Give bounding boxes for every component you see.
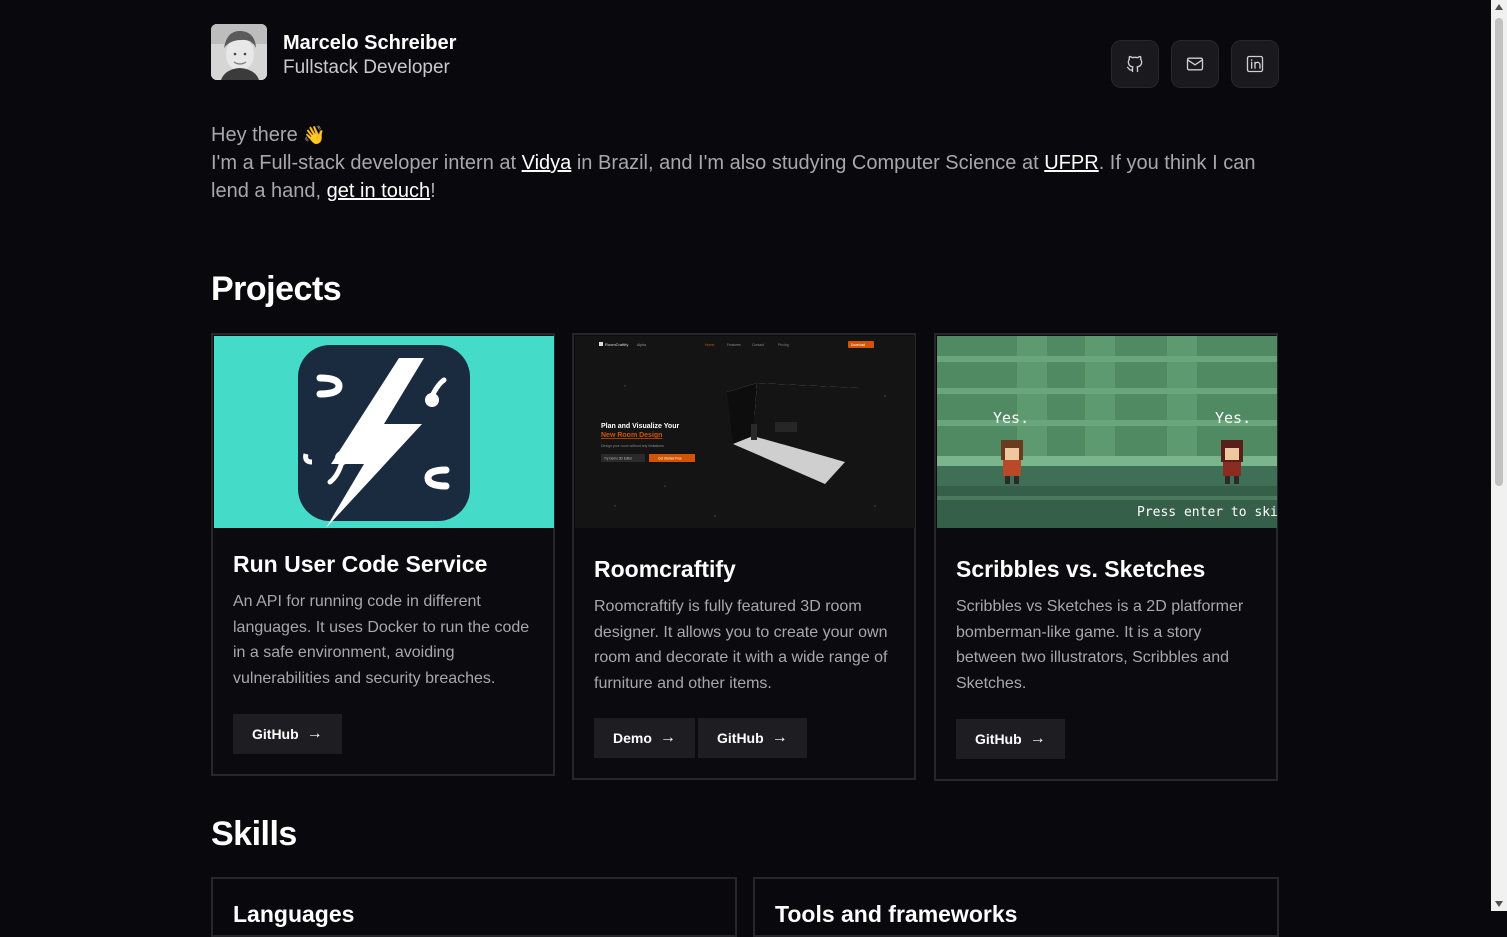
project-description: An API for running code in different lan… (233, 593, 530, 687)
project-title: Scribbles vs. Sketches (956, 556, 1206, 582)
github-icon (1126, 55, 1143, 73)
thumb-btn-a: Try Demo 3D Editor (604, 457, 633, 461)
project-title: Roomcraftify (594, 556, 736, 582)
scroll-up-arrow-icon[interactable] (1495, 4, 1503, 10)
project-thumbnail: RoomCraftify Alpha Home Features Contact… (575, 336, 915, 528)
arrow-right-icon: → (1029, 730, 1046, 747)
skills-card-title: Tools and frameworks (775, 901, 1018, 927)
avatar-photo (211, 24, 267, 80)
ufpr-link[interactable]: UFPR (1044, 152, 1098, 174)
button-label: Demo (613, 730, 652, 746)
header: Marcelo Schreiber Fullstack Developer (211, 0, 1279, 110)
scribbles-game-screenshot: Yes. Yes. Press enter to skip... (937, 336, 1277, 528)
intro-text-part: I'm a Full-stack developer intern at (211, 152, 522, 174)
intro-text-part: in Brazil, and I'm also studying Compute… (571, 152, 1045, 174)
button-label: GitHub (975, 731, 1022, 747)
arrow-right-icon: → (659, 729, 676, 746)
github-link-button[interactable] (1111, 40, 1159, 88)
thumb-badge: Alpha (637, 343, 646, 347)
skills-card-tools: Tools and frameworks (753, 877, 1279, 937)
project-card-scribbles-vs-sketches: Yes. Yes. Press enter to skip... Scribbl… (934, 333, 1278, 781)
profile-name: Marcelo Schreiber (283, 32, 457, 54)
intro-text: Hey there 👋 I'm a Full-stack developer i… (211, 121, 1279, 205)
linkedin-icon (1246, 55, 1264, 73)
projects-heading: Projects (211, 270, 342, 308)
thumb-nav-item: Home (705, 343, 714, 347)
demo-button[interactable]: Demo → (594, 718, 695, 758)
project-thumbnail: Yes. Yes. Press enter to skip... (937, 336, 1277, 528)
button-label: GitHub (252, 726, 299, 742)
thumb-nav-item: Pricing (778, 343, 789, 347)
github-button[interactable]: GitHub → (233, 714, 342, 754)
thumb-btn-b: Get Started Free (658, 457, 682, 461)
project-card-run-user-code: Run User Code Service An API for running… (211, 333, 555, 776)
greeting-text: Hey there (211, 124, 298, 146)
intro-paragraph: I'm a Full-stack developer intern at Vid… (211, 149, 1279, 205)
thumb-nav-item: Features (727, 343, 741, 347)
roomcraftify-screenshot: RoomCraftify Alpha Home Features Contact… (575, 336, 915, 528)
lightning-logo-icon (214, 336, 554, 528)
thumb-nav-item: Contact (752, 343, 764, 347)
right-speech: Yes. (1215, 409, 1251, 427)
scrollbar-thumb[interactable] (1495, 18, 1503, 486)
greeting: Hey there 👋 (211, 121, 1279, 149)
skills-card-languages: Languages (211, 877, 737, 937)
scroll-down-arrow-icon[interactable] (1495, 901, 1503, 907)
email-link-button[interactable] (1171, 40, 1219, 88)
skip-prompt: Press enter to skip... (1137, 505, 1277, 520)
project-description: Scribbles vs Sketches is a 2D platformer… (956, 598, 1244, 692)
wave-emoji-icon: 👋 (303, 125, 326, 145)
skills-card-title: Languages (233, 901, 355, 927)
vidya-link[interactable]: Vidya (522, 152, 572, 174)
project-description: Roomcraftify is fully featured 3D room d… (594, 598, 888, 692)
page-scrollbar[interactable] (1491, 0, 1507, 911)
skills-heading: Skills (211, 815, 297, 853)
thumb-hero-a: Plan and Visualize Your (601, 423, 679, 430)
project-thumbnail (214, 336, 554, 528)
project-title: Run User Code Service (233, 551, 488, 577)
thumb-hero-sub: Design your room without any limitations (601, 444, 664, 448)
project-card-roomcraftify: RoomCraftify Alpha Home Features Contact… (572, 333, 916, 780)
get-in-touch-link[interactable]: get in touch (327, 180, 430, 202)
arrow-right-icon: → (771, 729, 788, 746)
mail-icon (1186, 57, 1204, 71)
intro-text-part: ! (430, 180, 436, 202)
thumb-brand: RoomCraftify (605, 342, 628, 347)
profile-role: Fullstack Developer (283, 57, 450, 78)
thumb-cta: Download (851, 343, 865, 347)
left-speech: Yes. (993, 409, 1029, 427)
button-label: GitHub (717, 730, 764, 746)
avatar (211, 24, 267, 80)
github-button[interactable]: GitHub → (956, 719, 1065, 759)
linkedin-link-button[interactable] (1231, 40, 1279, 88)
thumb-hero-b: New Room Design (601, 432, 662, 439)
page-content: Marcelo Schreiber Fullstack Developer He… (211, 0, 1279, 937)
arrow-right-icon: → (306, 725, 323, 742)
github-button[interactable]: GitHub → (698, 718, 807, 758)
